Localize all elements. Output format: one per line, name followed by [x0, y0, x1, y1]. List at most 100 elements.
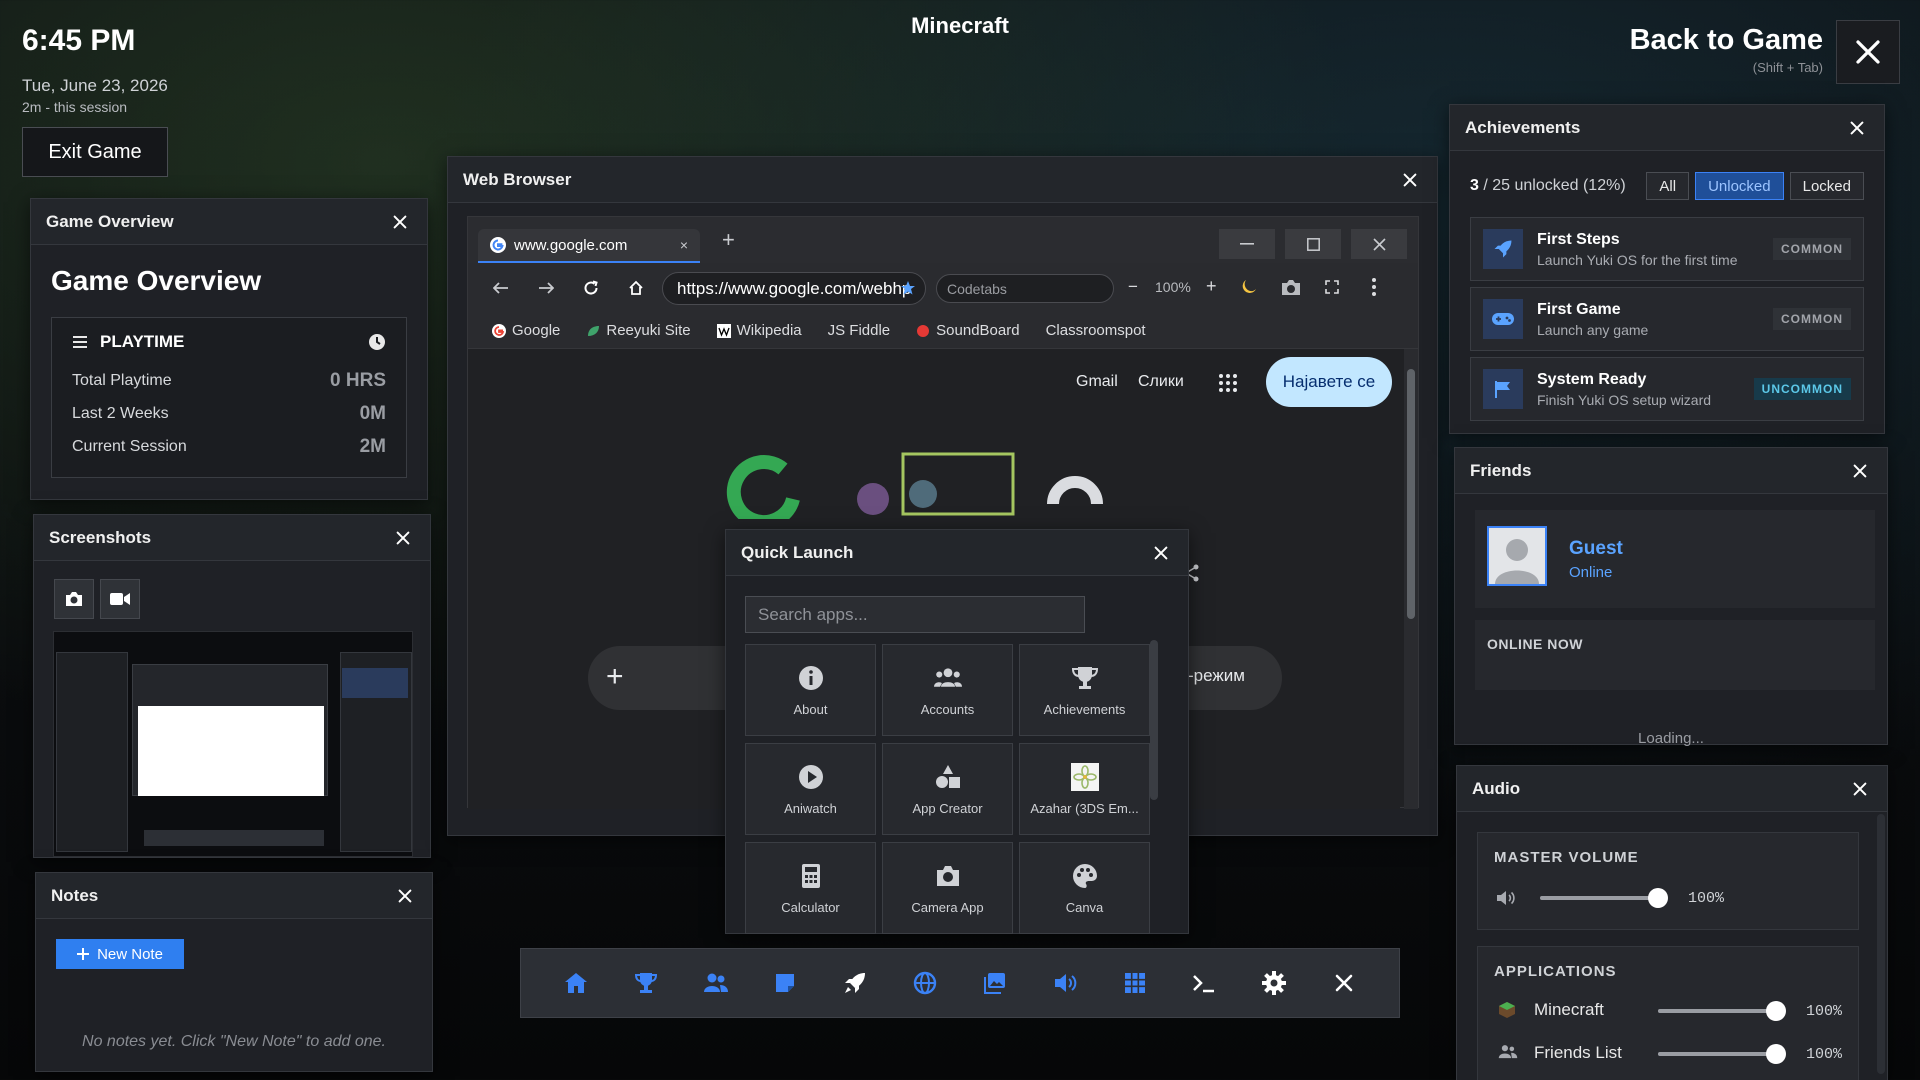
taskbar-audio-button[interactable] [1045, 963, 1085, 1003]
bookmark-jsfiddle[interactable]: JS Fiddle [828, 322, 891, 339]
achievement-name: First Steps [1537, 230, 1620, 248]
app-search-input[interactable]: Search apps... [745, 596, 1085, 633]
friend-card[interactable]: Guest Online [1475, 510, 1875, 608]
play-icon [798, 764, 823, 789]
slider-knob[interactable] [1766, 1044, 1786, 1064]
moon-icon[interactable] [1240, 278, 1258, 296]
url-field[interactable]: https://www.google.com/webhp [662, 272, 926, 305]
url-text: https://www.google.com/webhp [677, 278, 912, 298]
close-quick-launch-button[interactable] [1148, 540, 1174, 566]
trophy-icon [1071, 666, 1098, 689]
master-volume-section: MASTER VOLUME 100% [1477, 832, 1859, 930]
taskbar-friends-button[interactable] [696, 963, 736, 1003]
taskbar-screenshots-button[interactable] [975, 963, 1015, 1003]
close-icon [1850, 121, 1864, 134]
apps-grid-icon[interactable] [1218, 373, 1238, 393]
filter-locked[interactable]: Locked [1789, 172, 1864, 200]
close-icon [1335, 974, 1353, 992]
achievement-item[interactable]: System Ready Finish Yuki OS setup wizard … [1470, 357, 1864, 421]
record-video-button[interactable] [100, 579, 140, 619]
app-tile-aniwatch[interactable]: Aniwatch [745, 743, 876, 835]
home-icon [628, 280, 643, 295]
filter-all[interactable]: All [1646, 172, 1690, 200]
bookmark-label: Wikipedia [736, 322, 802, 339]
app-tile-achievements[interactable]: Achievements [1019, 644, 1150, 736]
taskbar-settings-button[interactable] [1254, 963, 1294, 1003]
app-tile-about[interactable]: About [745, 644, 876, 736]
zoom-out-button[interactable]: − [1128, 277, 1138, 297]
taskbar-launcher-button[interactable] [835, 963, 875, 1003]
minimize-button[interactable] [1219, 229, 1275, 259]
new-tab-button[interactable]: + [722, 227, 735, 253]
app-tile-canva[interactable]: Canva [1019, 842, 1150, 934]
bookmark-google[interactable]: Google [492, 322, 560, 339]
more-menu-icon[interactable] [1372, 278, 1376, 296]
screenshot-thumbnail[interactable] [53, 631, 413, 857]
panel-title: Web Browser [463, 169, 572, 189]
panel-title: Quick Launch [741, 542, 854, 562]
bookmark-soundboard[interactable]: SoundBoard [916, 322, 1020, 339]
achievement-item[interactable]: First Game Launch any game COMMON [1470, 287, 1864, 351]
back-to-game-button[interactable]: Back to Game [1630, 24, 1823, 57]
session-time: 2m - this session [22, 99, 128, 115]
forward-button[interactable] [523, 268, 568, 308]
browser-scrollbar[interactable] [1404, 349, 1418, 809]
zoom-in-button[interactable]: + [1206, 276, 1217, 297]
close-screenshots-button[interactable] [390, 525, 416, 551]
add-button[interactable]: + [606, 660, 624, 694]
panel-title: Achievements [1465, 117, 1581, 137]
fullscreen-icon[interactable] [1325, 280, 1339, 294]
gmail-link[interactable]: Gmail [1076, 373, 1118, 391]
app-tile-calculator[interactable]: Calculator [745, 842, 876, 934]
taskbar-notes-button[interactable] [765, 963, 805, 1003]
google-doodle[interactable] [723, 449, 1143, 519]
app-volume-slider[interactable] [1658, 1001, 1786, 1021]
filter-unlocked[interactable]: Unlocked [1695, 172, 1784, 200]
audio-scrollbar[interactable] [1877, 814, 1885, 1074]
taskbar-browser-button[interactable] [905, 963, 945, 1003]
app-tile-camera[interactable]: Camera App [882, 842, 1013, 934]
window-close-button[interactable] [1351, 229, 1407, 259]
bookmark-wikipedia[interactable]: Wikipedia [716, 322, 802, 339]
exit-game-button[interactable]: Exit Game [22, 127, 168, 177]
playtime-label: PLAYTIME [100, 332, 185, 351]
taskbar-terminal-button[interactable] [1184, 963, 1224, 1003]
app-tile-app-creator[interactable]: App Creator [882, 743, 1013, 835]
home-button[interactable] [613, 268, 658, 308]
screenshot-icon[interactable] [1280, 277, 1302, 297]
new-note-button[interactable]: New Note [56, 939, 184, 969]
take-screenshot-button[interactable] [54, 579, 94, 619]
app-grid-scrollbar[interactable] [1150, 640, 1158, 800]
images-link[interactable]: Слики [1138, 373, 1184, 391]
app-tile-azahar[interactable]: Azahar (3DS Em... [1019, 743, 1150, 835]
bookmark-reeyuki[interactable]: Reeyuki Site [586, 322, 691, 339]
achievement-item[interactable]: First Steps Launch Yuki OS for the first … [1470, 217, 1864, 281]
tab-close-button[interactable]: × [680, 237, 688, 253]
list-icon [73, 336, 87, 348]
signin-button[interactable]: Најавете се [1266, 357, 1392, 407]
close-overlay-button[interactable] [1836, 20, 1900, 84]
taskbar-home-button[interactable] [556, 963, 596, 1003]
slider-knob[interactable] [1766, 1001, 1786, 1021]
close-overview-button[interactable] [387, 209, 413, 235]
bookmark-classroomspot[interactable]: Classroomspot [1046, 322, 1146, 339]
back-button[interactable] [478, 268, 523, 308]
maximize-button[interactable] [1285, 229, 1341, 259]
close-notes-button[interactable] [392, 883, 418, 909]
master-volume-slider[interactable] [1540, 888, 1668, 908]
taskbar-apps-button[interactable] [1115, 963, 1155, 1003]
browser-tab[interactable]: www.google.com × [478, 229, 700, 263]
close-friends-button[interactable] [1847, 458, 1873, 484]
app-tile-accounts[interactable]: Accounts [882, 644, 1013, 736]
proxy-field[interactable]: Codetabs [936, 274, 1114, 303]
slider-knob[interactable] [1648, 888, 1668, 908]
taskbar-close-button[interactable] [1324, 963, 1364, 1003]
app-volume-slider[interactable] [1658, 1044, 1786, 1064]
ai-mode-button[interactable]: -режим [1188, 666, 1245, 686]
reload-button[interactable] [568, 268, 613, 308]
close-achievements-button[interactable] [1844, 115, 1870, 141]
close-audio-button[interactable] [1847, 776, 1873, 802]
bookmark-star-icon[interactable] [900, 280, 916, 296]
close-browser-button[interactable] [1397, 167, 1423, 193]
taskbar-achievements-button[interactable] [626, 963, 666, 1003]
